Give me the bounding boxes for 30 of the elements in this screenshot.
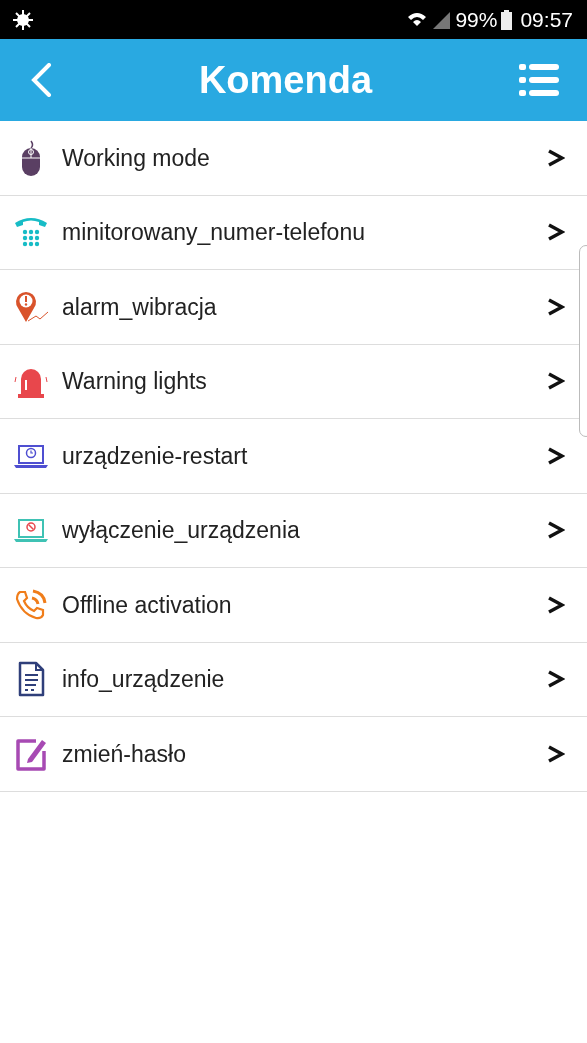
- row-label: zmień-hasło: [62, 739, 187, 769]
- battery-icon: [501, 9, 513, 30]
- list-row[interactable]: info_urządzenie: [0, 642, 587, 717]
- list-row[interactable]: Working mode: [0, 121, 587, 196]
- row-label: info_urządzenie: [62, 665, 226, 694]
- chevron-right-icon: [547, 743, 565, 764]
- chevron-right-icon: [547, 520, 565, 541]
- battery-percent: 99%: [455, 6, 498, 33]
- chevron-right-icon: [547, 147, 565, 168]
- page-title: Komenda: [198, 57, 373, 103]
- row-label: minitorowany_numer-telefonu: [62, 218, 366, 247]
- list-row[interactable]: Offline activation: [0, 568, 587, 643]
- menu-icon[interactable]: [519, 63, 559, 97]
- row-label: urządzenie-restart: [62, 441, 249, 471]
- row-label: alarm_wibracja: [62, 292, 218, 322]
- row-label: wyłączenie_urządzenia: [62, 516, 301, 545]
- list-row[interactable]: zmień-hasło: [0, 717, 587, 792]
- chevron-right-icon: [547, 371, 565, 392]
- chevron-right-icon: [547, 445, 565, 466]
- list-row[interactable]: wyłączenie_urządzenia: [0, 493, 587, 568]
- row-label: Warning lights: [62, 367, 208, 396]
- chevron-right-icon: [547, 594, 565, 615]
- row-label: Working mode: [62, 143, 211, 173]
- list-row[interactable]: urządzenie-restart: [0, 419, 587, 494]
- chevron-right-icon: [547, 669, 565, 690]
- chevron-right-icon: [547, 296, 565, 317]
- row-label: Offline activation: [62, 590, 233, 620]
- clock: 09:57: [520, 6, 573, 33]
- back-icon[interactable]: [30, 63, 52, 97]
- chevron-right-icon: [547, 222, 565, 243]
